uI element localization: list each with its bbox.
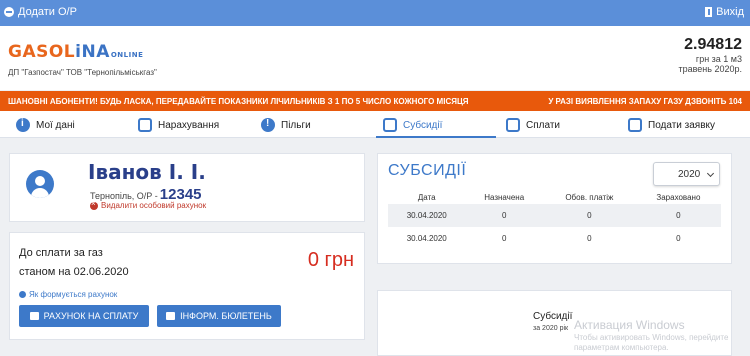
gas-price: 2.94812 грн за 1 м3 травень 2020р.	[678, 36, 742, 74]
bulletin-button[interactable]: ІНФОРМ. БЮЛЕТЕНЬ	[157, 305, 281, 327]
tab-charges-label: Нарахування	[158, 119, 220, 131]
logo-online: ONLINE	[110, 51, 144, 59]
exit-button[interactable]: Вихід	[705, 6, 744, 18]
subsidies-table: Дата Назначена Обов. платіж Зараховано 3…	[388, 190, 721, 250]
due-amount: 0 грн	[307, 249, 354, 271]
table-row: 30.04.2020 0 0 0	[388, 204, 721, 227]
top-bar: Додати О/Р Вихід	[0, 0, 750, 26]
table-cell: 0	[465, 204, 543, 227]
active-tab-indicator	[376, 136, 496, 138]
banner-right-text: У РАЗІ ВИЯВЛЕННЯ ЗАПАХУ ГАЗУ ДЗВОНІТЬ 10…	[548, 97, 742, 106]
column-header: Дата	[417, 192, 436, 202]
tab-charges[interactable]: Нарахування	[134, 114, 223, 136]
warning-icon	[261, 118, 275, 132]
logo-part-1: GASOL	[8, 42, 76, 62]
logo-part-2: iNA	[75, 42, 110, 62]
subsidies-card: СУБСИДІЇ 2020 Дата Назначена Обов. платі…	[377, 153, 732, 264]
banner-left-text: ШАНОВНІ АБОНЕНТИ! БУДЬ ЛАСКА, ПЕРЕДАВАЙТ…	[8, 97, 469, 106]
subsidy-chart-subcaption: за 2020 рік	[533, 325, 569, 332]
price-unit: грн за 1 м3	[695, 54, 742, 64]
delete-account-label: Видалити особовий рахунок	[101, 201, 207, 210]
tab-payments-label: Сплати	[526, 119, 560, 131]
user-name: Іванов І. І.	[88, 160, 206, 184]
user-city: Тернопіль, О/Р -	[90, 191, 158, 201]
printer-icon	[29, 312, 39, 320]
logo[interactable]: GASOLiNAONLINE	[8, 42, 143, 62]
avatar	[26, 170, 54, 198]
printer-icon	[166, 312, 176, 320]
main-nav: Мої дані Нарахування Пільги Субсидії Спл…	[0, 111, 750, 138]
column-header: Обов. платіж	[565, 192, 614, 202]
price-value: 2.94812	[684, 36, 742, 53]
company-name: ДП "Газпостач" ТОВ "Тернопільміськгаз"	[8, 68, 157, 77]
table-row: 30.04.2020 0 0 0	[388, 227, 721, 250]
payment-card: До сплати за газ станом на 02.06.2020 0 …	[9, 232, 365, 340]
year-select[interactable]: 2020	[653, 162, 720, 186]
how-invoice-label: Як формується рахунок	[29, 290, 118, 299]
tab-submit-request[interactable]: Подати заявку	[624, 114, 719, 136]
table-cell: 30.04.2020	[388, 204, 466, 227]
info-circle-icon	[16, 118, 30, 132]
edit-icon	[628, 118, 642, 132]
minus-circle-icon	[4, 7, 14, 17]
exit-door-icon	[705, 7, 713, 17]
gas-icon	[506, 118, 520, 132]
invoice-button-label: РАХУНОК НА СПЛАТУ	[43, 311, 139, 321]
windows-activation-line-1: Чтобы активировать Windows, перейдите	[574, 333, 729, 342]
announcement-banner: ШАНОВНІ АБОНЕНТИ! БУДЬ ЛАСКА, ПЕРЕДАВАЙТ…	[0, 91, 750, 111]
profile-card: Іванов І. І. Тернопіль, О/Р -12345 Видал…	[9, 153, 365, 222]
chevron-down-icon	[706, 169, 715, 178]
tab-subsidies-label: Субсидії	[403, 119, 443, 131]
tab-submit-request-label: Подати заявку	[648, 119, 716, 131]
table-cell: 0	[587, 234, 592, 243]
how-invoice-link[interactable]: Як формується рахунок	[19, 290, 117, 299]
windows-activation-title: Активация Windows	[574, 318, 685, 332]
tab-payments[interactable]: Сплати	[502, 114, 564, 136]
table-cell: 30.04.2020	[406, 234, 447, 243]
column-header: Назначена	[484, 192, 525, 202]
due-line-1: До сплати за газ	[19, 247, 103, 259]
due-line-2: станом на 02.06.2020	[19, 266, 129, 278]
header: GASOLiNAONLINE ДП "Газпостач" ТОВ "Терно…	[0, 26, 750, 90]
exit-label: Вихід	[716, 6, 744, 18]
delete-account-link[interactable]: Видалити особовий рахунок	[90, 199, 207, 210]
price-date: травень 2020р.	[678, 64, 742, 74]
table-cell: 0	[676, 234, 681, 243]
tab-benefits-label: Пільги	[281, 119, 311, 131]
subsidy-chart-caption: Субсидії	[533, 311, 573, 322]
close-icon	[90, 199, 98, 210]
windows-activation-line-2: параметрам компьютера.	[574, 343, 669, 352]
tab-benefits[interactable]: Пільги	[257, 114, 315, 136]
document-icon	[138, 118, 152, 132]
tab-subsidies[interactable]: Субсидії	[379, 114, 446, 136]
table-cell: 0	[635, 204, 721, 227]
tab-my-data-label: Мої дані	[36, 119, 75, 131]
tab-my-data[interactable]: Мої дані	[12, 114, 79, 136]
folder-icon	[383, 118, 397, 132]
add-account-label: Додати О/Р	[18, 6, 77, 18]
question-icon	[19, 291, 26, 298]
add-account-button[interactable]: Додати О/Р	[4, 6, 77, 18]
year-select-value: 2020	[678, 169, 701, 180]
column-header: Зараховано	[656, 192, 701, 202]
table-cell: 0	[542, 204, 636, 227]
table-header-row: Дата Назначена Обов. платіж Зараховано	[388, 190, 721, 204]
invoice-button[interactable]: РАХУНОК НА СПЛАТУ	[19, 305, 149, 327]
bulletin-button-label: ІНФОРМ. БЮЛЕТЕНЬ	[180, 311, 272, 321]
windows-activation-text: Чтобы активировать Windows, перейдите па…	[574, 333, 728, 353]
subsidies-title: СУБСИДІЇ	[388, 162, 467, 179]
table-cell: 0	[501, 234, 507, 243]
